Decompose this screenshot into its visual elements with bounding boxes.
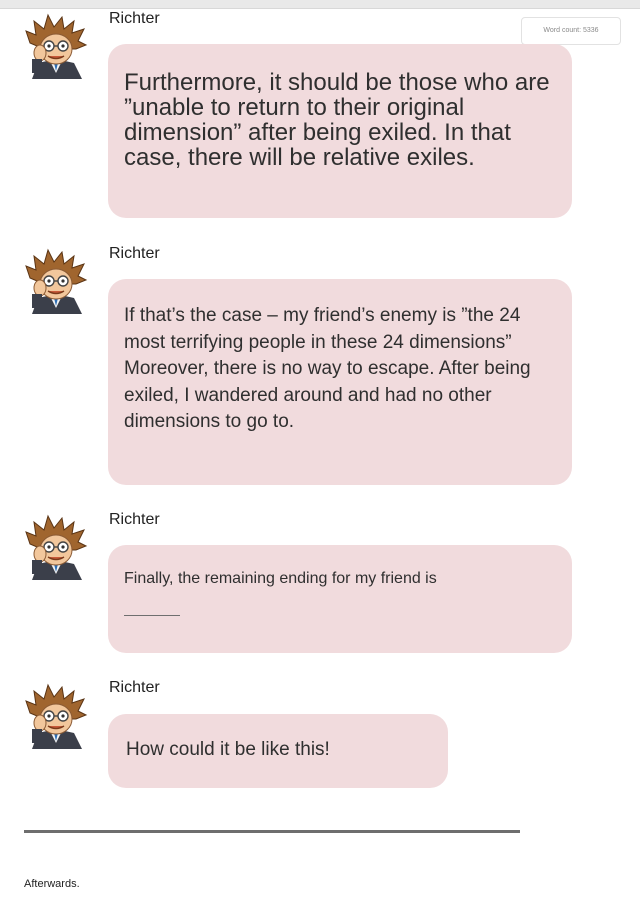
richter-avatar-icon <box>24 13 88 80</box>
richter-avatar-icon <box>24 248 88 315</box>
message-bubble: If that’s the case – my friend’s enemy i… <box>108 279 572 485</box>
top-bar <box>0 0 640 9</box>
richter-avatar-icon <box>24 683 88 750</box>
blank-underline <box>124 615 180 616</box>
message-text: If that’s the case – my friend’s enemy i… <box>124 305 531 432</box>
message-bubble: Finally, the remaining ending for my fri… <box>108 545 572 653</box>
afterwards-text: Afterwards. <box>24 878 80 890</box>
message-text: How could it be like this! <box>126 739 330 760</box>
sender-name: Richter <box>109 10 160 27</box>
sender-name: Richter <box>109 511 160 528</box>
message-text: Furthermore, it should be those who are … <box>124 69 550 171</box>
message-bubble: How could it be like this! <box>108 714 448 788</box>
sender-name: Richter <box>109 245 160 262</box>
richter-avatar-icon <box>24 514 88 581</box>
word-count-badge: Word count: 5336 <box>521 17 621 45</box>
message-bubble: Furthermore, it should be those who are … <box>108 44 572 218</box>
message-text: Finally, the remaining ending for my fri… <box>124 570 437 587</box>
section-divider <box>24 830 520 833</box>
sender-name: Richter <box>109 679 160 696</box>
